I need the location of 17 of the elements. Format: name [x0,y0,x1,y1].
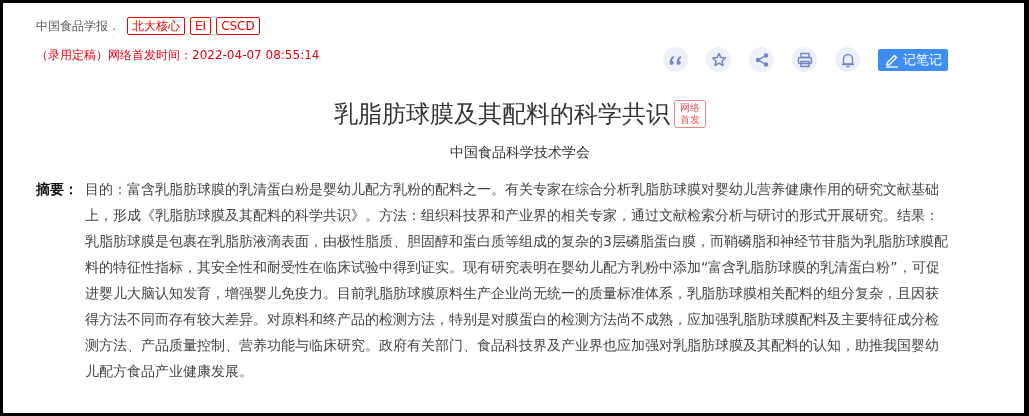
printer-icon [795,50,814,69]
abstract-label: 摘要： [36,180,79,199]
quote-icon-button[interactable] [663,47,688,72]
star-icon [709,50,728,69]
bell-icon-button[interactable] [835,47,860,72]
journal-tag: CSCD [216,17,260,35]
journal-name[interactable]: 中国食品学报． [36,17,120,35]
publish-info: （录用定稿）网络首发时间：2022-04-07 08:55:14 [36,47,320,64]
journal-tag: EI [190,17,212,35]
share-icon-button[interactable] [749,47,774,72]
online-first-badge: 网络首发 [673,100,706,128]
author-link[interactable]: 中国食品科学技术学会 [449,144,590,162]
star-icon-button[interactable] [706,47,731,72]
printer-icon-button[interactable] [792,47,817,72]
abstract-text: 目的：富含乳脂肪球膜的乳清蛋白粉是婴幼儿配方乳粉的配料之一。有关专家在综合分析乳脂肪球膜对婴幼儿营养健康作用的研究文献基础上，形成《乳脂肪球膜及其配料的科学共识》。方法：组织科技界和产业界的相关专家，通过文献检索分析与研讨的形式开展研究。结果：乳脂肪球膜是包裹在乳脂肪液滴表面，由极性脂质、胆固醇和蛋白质等组成的复杂的3层磷脂蛋白膜，而鞘磷脂和神经节苷脂为乳脂肪球膜配料的特征性指标，其安全性和耐受性在临床试验中得到证实。现有研究表明在婴幼儿配方乳粉中添加“富含乳脂肪球膜的乳清蛋白粉”，可促进婴儿大脑认知发育，增强婴儿免疫力。目前乳脂肪球膜原料生产企业尚无统一的质量标准体系，乳脂肪球膜相关配料的组分复杂，且因获得方法不同而存有较大差异。对原料和终产品的检测方法，特别是对膜蛋白的检测方法尚不成熟，应加强乳脂肪球膜配料及主要特征成分检测方法、产品质量控制、营养功能与临床研究。政府有关部门、食品科技界及产业界也应加强对乳脂肪球膜及其配料的认知，助推我国婴幼儿配方食品产业健康发展。 [85,180,948,381]
journal-tag: 北大核心 [127,17,185,35]
article-title: 乳脂肪球膜及其配料的科学共识 [333,99,670,130]
